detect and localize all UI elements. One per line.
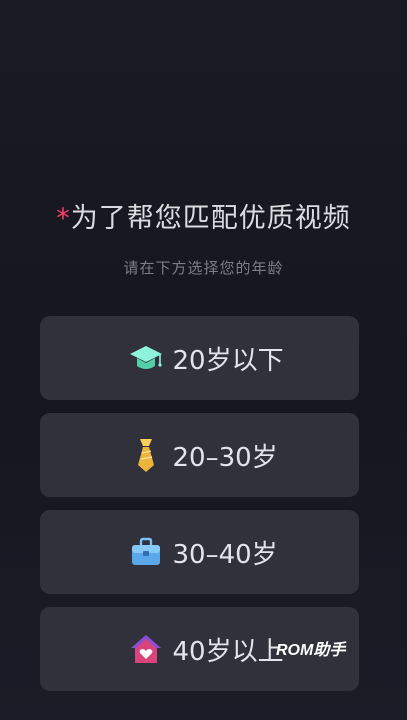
necktie-icon (128, 437, 164, 473)
age-option-label: 20岁以下 (172, 345, 284, 376)
age-option-30-40[interactable]: 30–40岁 (40, 510, 359, 594)
graduation-cap-icon (128, 340, 164, 376)
page-title: *为了帮您匹配优质视频 (0, 196, 407, 235)
age-option-label: 30–40岁 (172, 539, 278, 570)
age-option-under-20[interactable]: 20岁以下 (40, 316, 359, 400)
age-option-label: 40岁以上 (172, 636, 284, 667)
house-heart-icon (128, 631, 164, 667)
required-asterisk: * (56, 203, 71, 234)
age-option-20-30[interactable]: 20–30岁 (40, 413, 359, 497)
age-option-label: 20–30岁 (172, 442, 278, 473)
page-subtitle: 请在下方选择您的年龄 (123, 259, 284, 277)
age-selection-screen: *为了帮您匹配优质视频 请在下方选择您的年龄 20岁以下 20–30岁 30–4… (0, 0, 407, 720)
briefcase-icon (128, 534, 164, 570)
page-title-text: 为了帮您匹配优质视频 (70, 203, 351, 234)
watermark-text: ROM助手 (276, 642, 346, 659)
